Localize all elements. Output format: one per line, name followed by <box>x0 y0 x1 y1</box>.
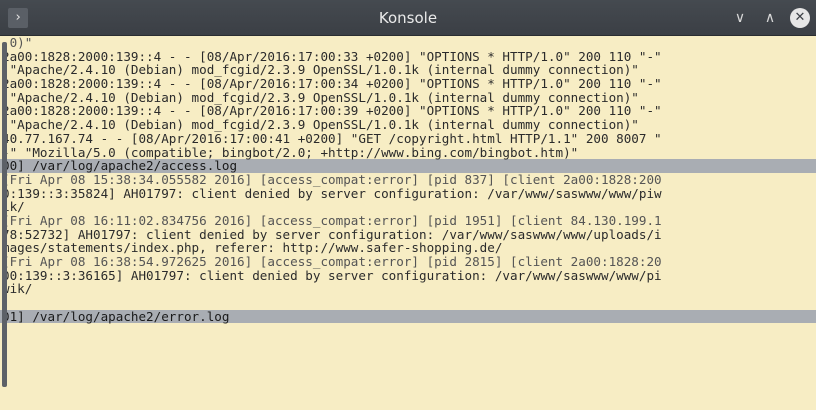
terminal-line: 2a00:1828:2000:139::4 - - [08/Apr/2016:1… <box>2 76 662 92</box>
konsole-window: › Konsole ∨ ∧ ✕ .0)" 2a00:1828:2000:139::… <box>0 0 816 410</box>
terminal-line: 0:139::3:35824] AH01797: client denied b… <box>2 185 662 201</box>
close-button[interactable]: ✕ <box>790 8 810 28</box>
terminal-line: 2a00:1828:2000:139::4 - - [08/Apr/2016:1… <box>2 48 662 64</box>
terminal-line: mages/statements/index.php, referer: htt… <box>2 240 503 256</box>
terminal-line: "Apache/2.4.10 (Debian) mod_fcgid/2.3.9 … <box>2 89 639 105</box>
split-view-status-bar[interactable]: 00] /var/log/apache2/access.log <box>0 159 816 173</box>
terminal-line: 2a00:1828:2000:139::4 - - [08/Apr/2016:1… <box>2 103 662 119</box>
terminal-line: 78:52732] AH01797: client denied by serv… <box>2 226 662 242</box>
window-title: Konsole <box>378 9 438 27</box>
title-bar[interactable]: › Konsole ∨ ∧ ✕ <box>0 0 816 36</box>
terminal-line: [Fri Apr 08 16:11:02.834756 2016] [acces… <box>2 212 662 228</box>
terminal-line: "Apache/2.4.10 (Debian) mod_fcgid/2.3.9 … <box>2 117 639 133</box>
split-view-status-bar[interactable]: 01] /var/log/apache2/error.log <box>0 310 816 324</box>
terminal-line: wik/ <box>2 281 33 297</box>
terminal-line: 00:139::3:36165] AH01797: client denied … <box>2 267 662 283</box>
terminal-line: [Fri Apr 08 16:38:54.972625 2016] [acces… <box>2 254 662 269</box>
terminal-line: "Apache/2.4.10 (Debian) mod_fcgid/2.3.9 … <box>2 62 639 78</box>
minimize-button[interactable]: ∨ <box>731 9 749 27</box>
terminal-line: .0)" <box>2 36 33 50</box>
terminal-scrollbar[interactable] <box>2 42 7 387</box>
terminal-line: -" "Mozilla/5.0 (compatible; bingbot/2.0… <box>2 144 579 160</box>
terminal-output[interactable]: .0)" 2a00:1828:2000:139::4 - - [08/Apr/20… <box>0 36 816 410</box>
terminal-line: ik/ <box>2 199 25 215</box>
terminal-line: 40.77.167.74 - - [08/Apr/2016:17:00:41 +… <box>2 130 662 146</box>
maximize-button[interactable]: ∧ <box>761 9 779 27</box>
terminal-line: [Fri Apr 08 15:38:34.055582 2016] [acces… <box>2 171 662 187</box>
